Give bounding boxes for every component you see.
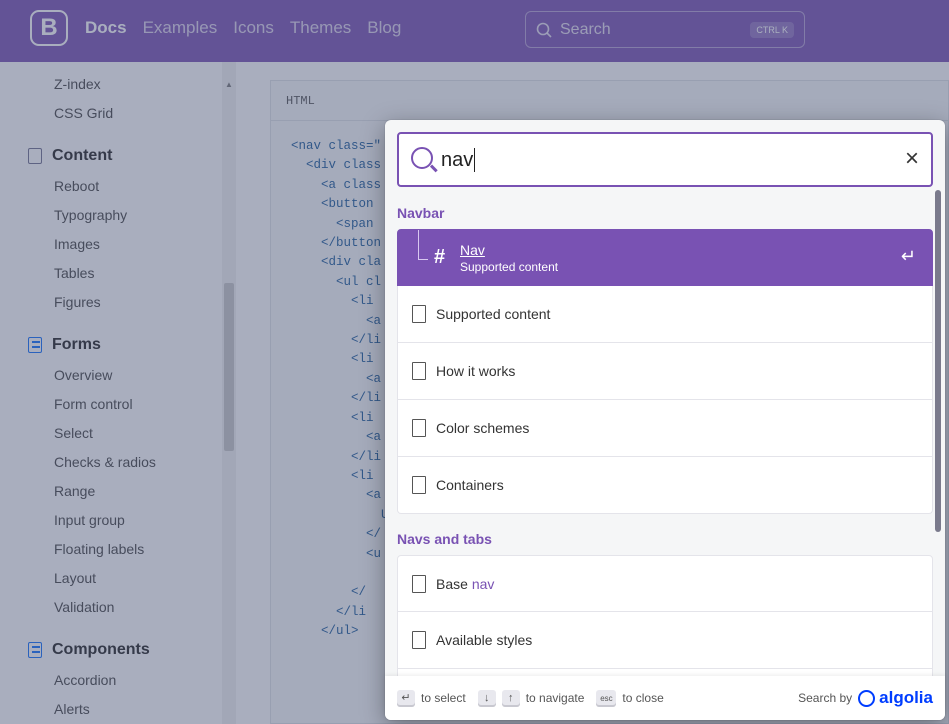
result-title: Nav	[460, 241, 485, 258]
algolia-attribution[interactable]: Search by algolia	[798, 688, 933, 708]
search-input[interactable]: nav	[441, 148, 476, 172]
result-title: Color schemes	[436, 420, 530, 436]
clear-search-button[interactable]: ×	[905, 144, 919, 174]
result-item[interactable]: Containers	[397, 457, 933, 514]
powered-by-text: Search by	[798, 691, 853, 705]
footer-select-hint: ↵ to select	[397, 689, 466, 707]
result-title: Supported content	[436, 306, 551, 322]
result-title: Available styles	[436, 632, 533, 648]
tree-line-icon	[418, 230, 428, 260]
doc-icon	[412, 574, 426, 593]
algolia-brand-text: algolia	[879, 688, 933, 707]
arrow-up-key-icon: ↑	[501, 689, 520, 707]
hint-text: to close	[622, 691, 664, 705]
result-title: How it works	[436, 363, 516, 379]
arrow-down-key-icon: ↓	[477, 689, 496, 707]
hint-text: to select	[421, 691, 466, 705]
footer-close-hint: esc to close	[596, 689, 664, 707]
result-item[interactable]: Base nav	[397, 555, 933, 612]
result-item[interactable]: Color schemes	[397, 400, 933, 457]
result-subtitle: Supported content	[460, 259, 559, 274]
doc-icon	[412, 362, 426, 380]
algolia-logo-icon	[858, 689, 876, 707]
result-text: Nav Supported content	[460, 242, 558, 274]
result-item[interactable]: How it works	[397, 343, 933, 400]
doc-icon	[412, 305, 426, 323]
result-group-title: Navbar	[397, 205, 445, 221]
search-form: nav ×	[397, 132, 933, 187]
doc-icon	[412, 631, 426, 649]
footer-navigate-hint: ↓ ↑ to navigate	[477, 689, 585, 707]
search-results: Navbar # Nav Supported content ↵ Support…	[397, 198, 933, 676]
doc-icon	[412, 419, 426, 437]
doc-icon	[412, 476, 426, 494]
search-icon	[411, 147, 433, 169]
result-title: Base nav	[436, 576, 494, 592]
search-modal: nav × Navbar # Nav Supported content ↵ S…	[385, 120, 945, 720]
result-title-text: Base	[436, 575, 468, 592]
results-scrollbar[interactable]	[935, 190, 941, 532]
result-item[interactable]: Available styles	[397, 612, 933, 669]
hash-icon: #	[434, 246, 446, 268]
enter-key-icon: ↵	[397, 689, 415, 707]
enter-icon: ↵	[900, 246, 916, 266]
algolia-logo: algolia	[858, 688, 933, 708]
escape-key-icon: esc	[596, 689, 617, 707]
result-item[interactable]: Supported content	[397, 286, 933, 343]
result-item-nav[interactable]: # Nav Supported content ↵	[397, 229, 933, 286]
hint-text: to navigate	[525, 691, 585, 705]
result-highlight: nav	[471, 575, 495, 592]
result-title: Containers	[436, 477, 504, 493]
search-footer: ↵ to select ↓ ↑ to navigate esc to close Sea…	[385, 676, 945, 720]
result-item[interactable]	[397, 669, 933, 676]
result-group-title: Navs and tabs	[397, 531, 492, 547]
